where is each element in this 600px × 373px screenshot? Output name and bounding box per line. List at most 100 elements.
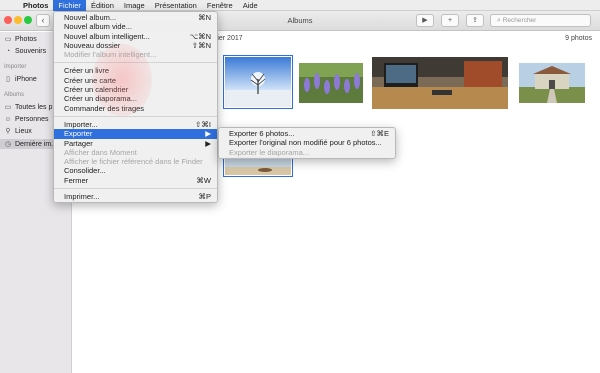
photo-count: 9 photos <box>565 35 592 42</box>
people-icon: ☺ <box>4 115 12 123</box>
sidebar-item-label: Toutes les p... <box>15 103 59 111</box>
photo-thumbnail[interactable] <box>223 157 293 177</box>
menu-item-export-unmodified-original[interactable]: Exporter l'original non modifié pour 6 p… <box>219 138 395 147</box>
sidebar-item-label: Photos <box>15 35 37 43</box>
shortcut: ⇧⌘E <box>370 129 389 138</box>
menu-item-label: Exporter 6 photos... <box>229 129 295 138</box>
menu-item-label: Modifier l'album intelligent... <box>64 50 157 60</box>
menu-item-new-album[interactable]: Nouvel album... ⌘N <box>54 13 217 22</box>
moment-date: rier 2017 <box>215 35 243 42</box>
menu-image[interactable]: Image <box>119 0 150 11</box>
sidebar-item-souvenirs[interactable]: ◔ Souvenirs <box>4 46 46 56</box>
menu-fenetre[interactable]: Fenêtre <box>202 0 238 11</box>
menu-item-label: Créer un calendrier <box>64 85 129 95</box>
menu-separator <box>54 188 217 190</box>
menu-item-label: Exporter <box>64 129 93 139</box>
search-field[interactable]: ⌕ Rechercher <box>490 14 591 27</box>
menu-item-label: Importer... <box>64 119 98 129</box>
menu-item-label: Nouvel album... <box>64 13 117 22</box>
menu-item-export-photos[interactable]: Exporter 6 photos... ⇧⌘E <box>219 129 395 138</box>
iphone-icon: ▯ <box>6 76 10 83</box>
sidebar-item-label: iPhone <box>15 75 37 83</box>
menu-item-create-card[interactable]: Créer une carte <box>54 76 217 85</box>
office-desk-photo <box>372 57 508 109</box>
building-photo <box>519 63 585 103</box>
menu-item-import[interactable]: Importer... ⇧⌘I <box>54 120 217 129</box>
menu-item-label: Créer une carte <box>64 75 117 85</box>
photo-thumbnail[interactable] <box>519 63 585 103</box>
menu-item-label: Nouveau dossier <box>64 40 121 50</box>
menu-item-label: Nouvel album vide... <box>64 22 132 32</box>
shortcut: ⌘W <box>196 175 211 185</box>
menu-presentation[interactable]: Présentation <box>150 0 202 11</box>
sidebar-item-all-photos[interactable]: ▭ Toutes les p... <box>4 102 59 112</box>
menu-item-create-slideshow[interactable]: Créer un diaporama... <box>54 94 217 103</box>
album-icon: ▭ <box>4 104 12 111</box>
sidebar-section-albums: Albums <box>4 92 25 98</box>
menu-fichier[interactable]: Fichier <box>53 0 86 11</box>
winter-tree-photo <box>225 57 291 107</box>
photo-thumbnail[interactable] <box>299 63 363 103</box>
menu-item-label: Partager <box>64 138 93 148</box>
menu-item-print[interactable]: Imprimer... ⌘P <box>54 192 217 201</box>
sidebar-item-label: Lieux <box>15 127 32 135</box>
menu-item-label: Créer un diaporama... <box>64 94 137 104</box>
sidebar-item-photos[interactable]: ▭ Photos <box>4 34 37 44</box>
menu-item-new-smart-album[interactable]: Nouvel album intelligent... ⌥⌘N <box>54 32 217 41</box>
sidebar-item-label: Personnes <box>15 115 49 123</box>
sidebar-item-places[interactable]: ⚲ Lieux <box>4 126 32 136</box>
shortcut: ⇧⌘N <box>191 40 211 50</box>
menu-separator <box>54 62 217 64</box>
menu-item-label: Fermer <box>64 175 89 185</box>
sidebar-item-label: Souvenirs <box>15 47 47 55</box>
menu-item-label: Créer un livre <box>64 66 110 76</box>
beach-photo <box>225 159 291 175</box>
menu-aide[interactable]: Aide <box>238 0 263 11</box>
menu-photos[interactable]: Photos <box>18 0 53 11</box>
menu-item-create-book[interactable]: Créer un livre <box>54 66 217 75</box>
menu-item-label: Consolider... <box>64 166 106 176</box>
shortcut: ⇧⌘I <box>195 119 211 129</box>
menu-item-consolidate[interactable]: Consolider... <box>54 166 217 175</box>
search-icon: ⌕ <box>497 17 501 24</box>
lavender-photo <box>299 63 363 103</box>
shortcut: ⌘P <box>198 192 211 202</box>
pin-icon: ⚲ <box>5 128 11 135</box>
play-slideshow-button[interactable]: ▶ <box>416 14 434 27</box>
submenu-arrow-icon: ▶ <box>205 129 211 139</box>
menu-item-label: Exporter le diaporama... <box>229 147 310 157</box>
shortcut: ⌘N <box>198 13 211 22</box>
submenu-arrow-icon: ▶ <box>205 138 211 148</box>
photo-thumbnail[interactable] <box>372 57 508 109</box>
photo-thumbnail[interactable] <box>223 55 293 109</box>
share-button[interactable]: ⇪ <box>466 14 484 27</box>
menu-item-label: Afficher dans Moment <box>64 147 137 157</box>
menu-item-export-slideshow: Exporter le diaporama... <box>219 148 395 157</box>
menu-item-label: Imprimer... <box>64 192 100 202</box>
menu-item-export[interactable]: Exporter ▶ <box>54 129 217 139</box>
menu-item-create-calendar[interactable]: Créer un calendrier <box>54 85 217 94</box>
menu-item-label: Afficher le fichier référencé dans le Fi… <box>64 157 203 167</box>
export-submenu: Exporter 6 photos... ⇧⌘E Exporter l'origi… <box>218 127 396 159</box>
menu-item-edit-smart-album: Modifier l'album intelligent... <box>54 50 217 59</box>
menu-item-close[interactable]: Fermer ⌘W <box>54 176 217 185</box>
sidebar-item-people[interactable]: ☺ Personnes <box>4 114 48 124</box>
sidebar-item-iphone[interactable]: ▯ iPhone <box>4 74 37 84</box>
menu-item-share[interactable]: Partager ▶ <box>54 139 217 148</box>
menu-item-show-referenced-file: Afficher le fichier référencé dans le Fi… <box>54 157 217 166</box>
shortcut: ⌥⌘N <box>189 31 211 41</box>
menu-item-label: Nouvel album intelligent... <box>64 31 150 41</box>
sidebar-section-import: Importer <box>4 64 27 70</box>
file-menu: Nouvel album... ⌘N Nouvel album vide... N… <box>53 11 218 204</box>
menu-item-label: Exporter l'original non modifié pour 6 p… <box>229 138 382 148</box>
menu-bar: Photos Fichier Édition Image Présentatio… <box>0 0 600 11</box>
clock-icon: ◷ <box>4 141 12 148</box>
menu-item-new-folder[interactable]: Nouveau dossier ⇧⌘N <box>54 41 217 50</box>
search-placeholder: Rechercher <box>502 17 537 24</box>
add-button[interactable]: + <box>441 14 459 27</box>
menu-item-order-prints[interactable]: Commander des tirages <box>54 104 217 113</box>
memories-icon: ◔ <box>5 47 11 55</box>
menu-edition[interactable]: Édition <box>86 0 119 11</box>
menu-item-new-empty-album[interactable]: Nouvel album vide... <box>54 22 217 31</box>
menu-item-show-in-moment: Afficher dans Moment <box>54 148 217 157</box>
